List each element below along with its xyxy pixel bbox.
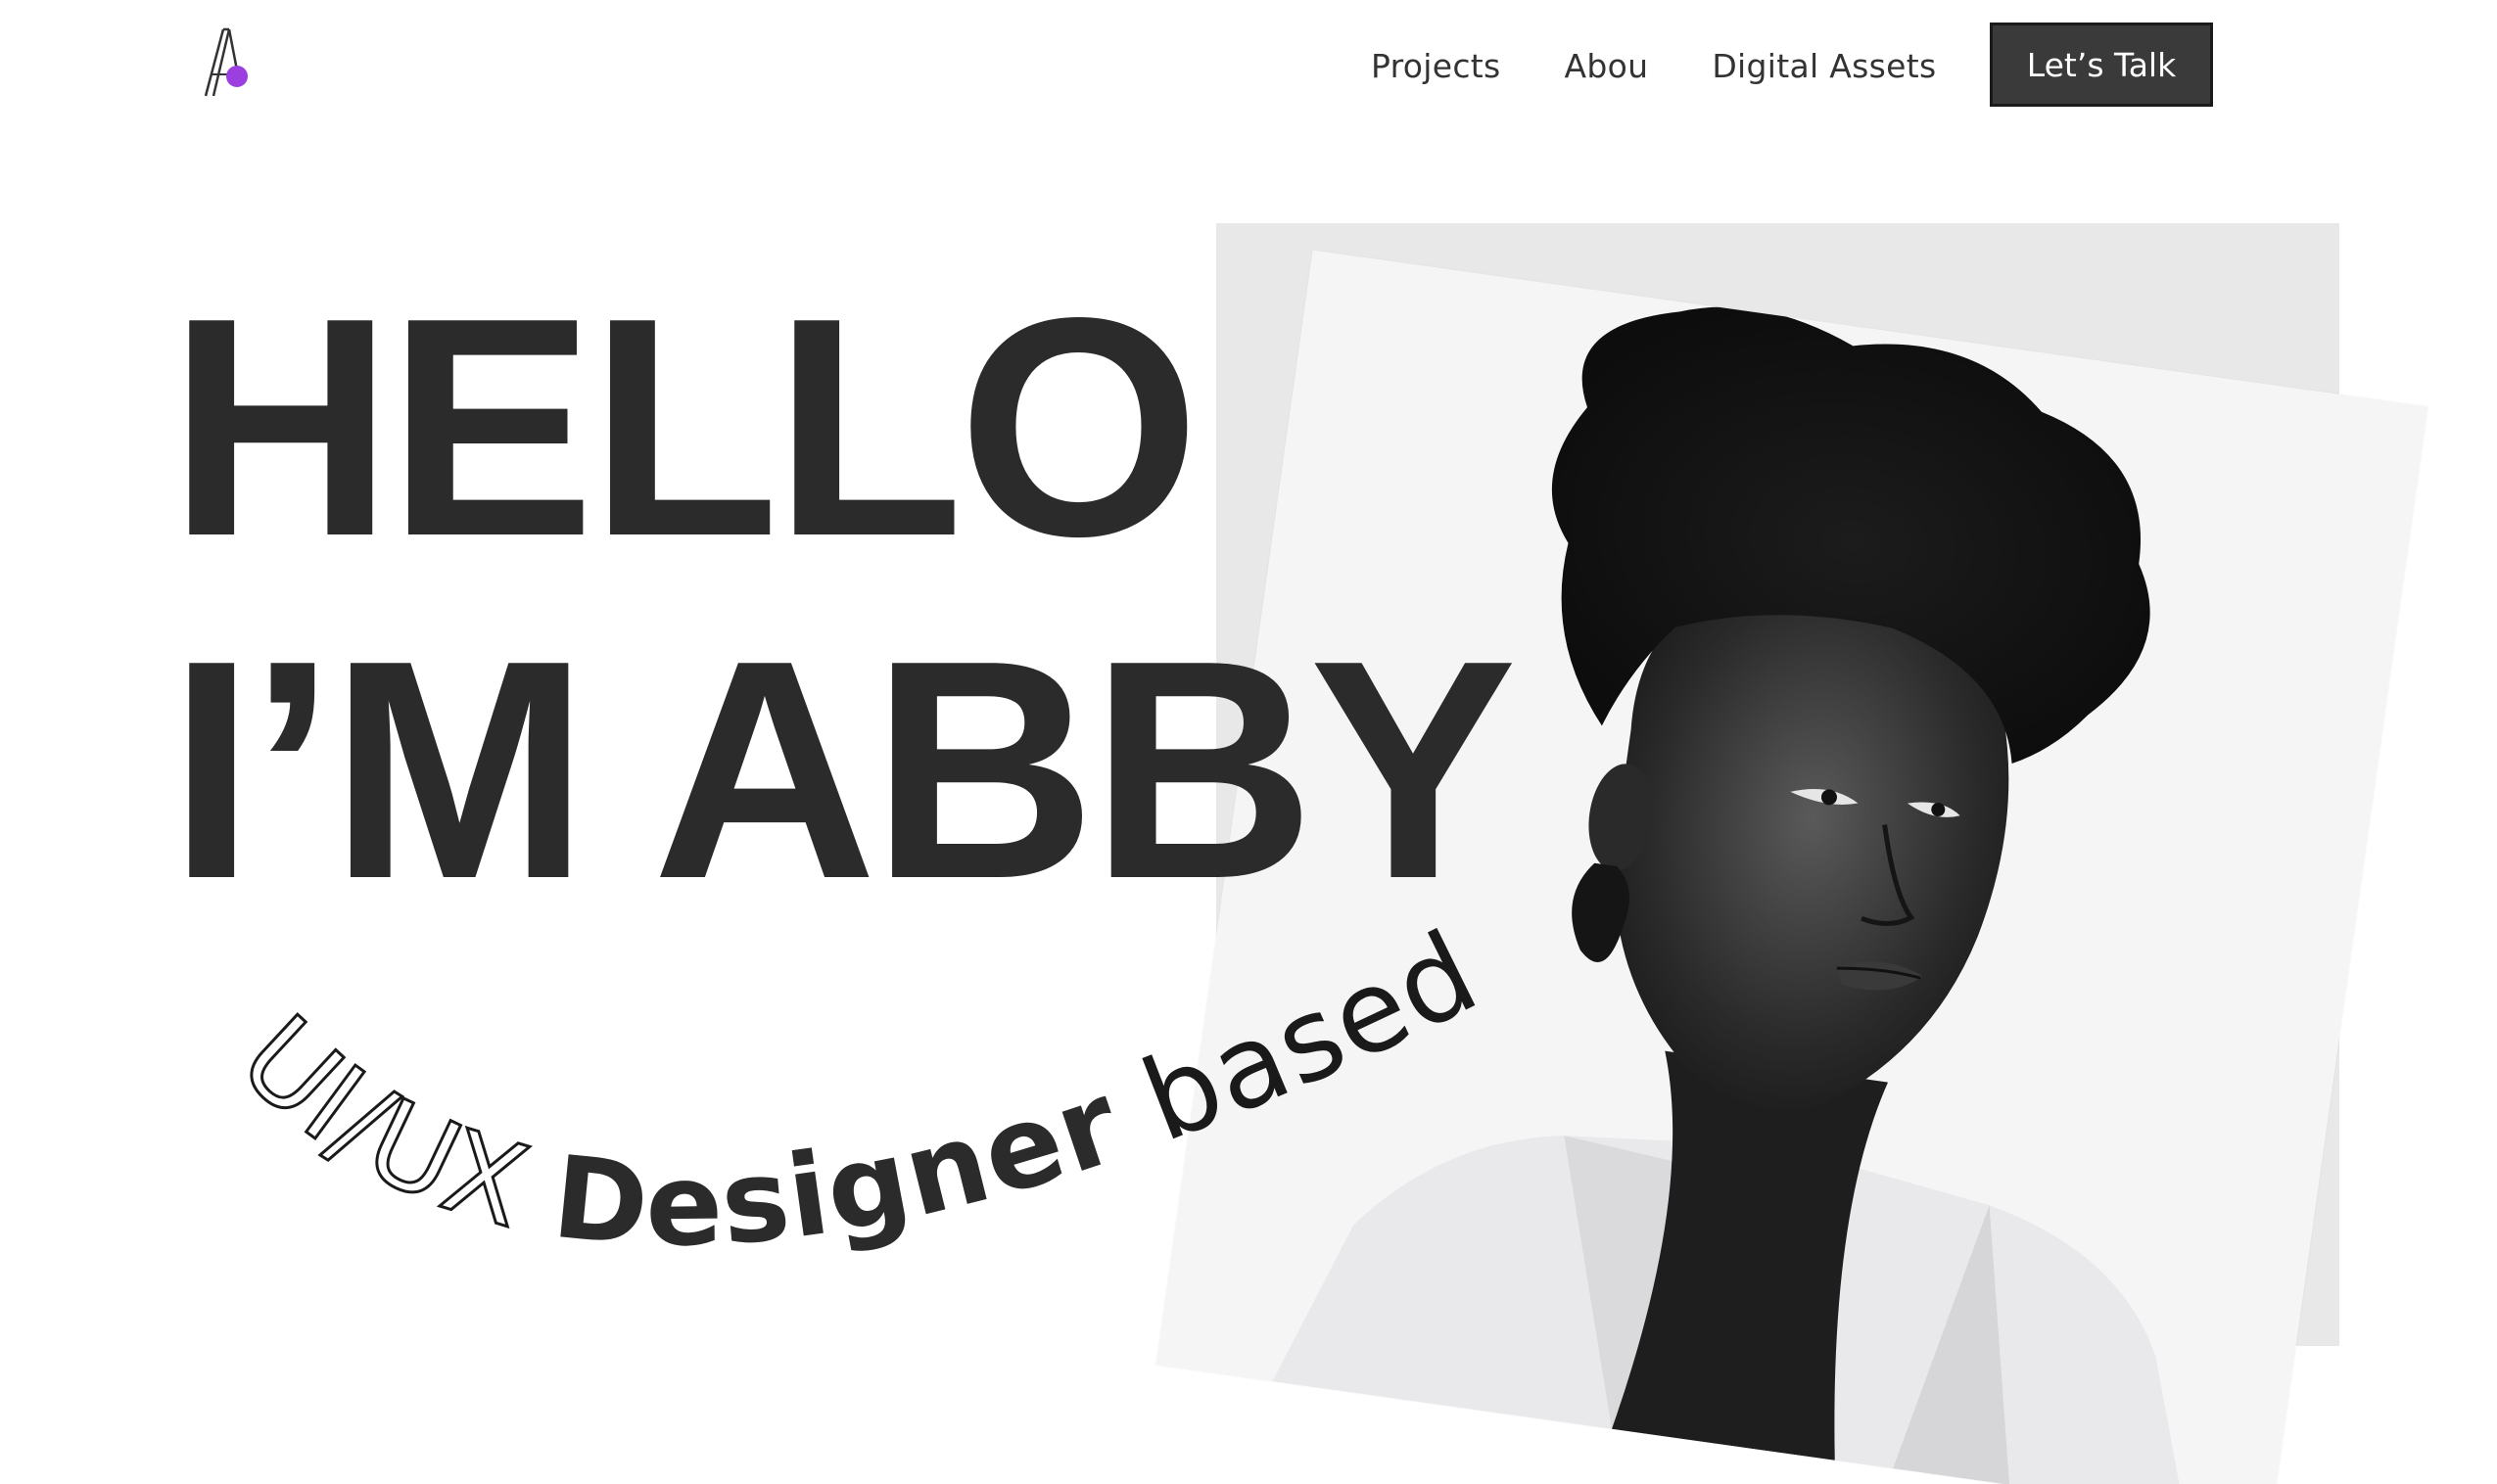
a-monogram-logo-icon xyxy=(204,27,248,97)
hero-headline: HELLO I’M ABBY xyxy=(168,254,1517,944)
tagline-outline: UI/UX xyxy=(215,992,543,1254)
lets-talk-button[interactable]: Let’s Talk xyxy=(1990,23,2213,107)
headline-line-2: I’M ABBY xyxy=(168,596,1517,944)
nav-link-about[interactable]: Abou xyxy=(1565,47,1649,85)
nav-link-digital-assets[interactable]: Digital Assets xyxy=(1712,47,1936,85)
tagline-bold: Designer xyxy=(547,1056,1137,1273)
logo[interactable] xyxy=(196,25,255,100)
nav-link-projects[interactable]: Projects xyxy=(1371,47,1501,85)
main-nav: Projects Abou Digital Assets xyxy=(1371,22,2000,110)
headline-line-1: HELLO xyxy=(168,254,1201,601)
logo-dot-icon xyxy=(226,66,248,87)
curved-tagline: UI/UX Designer based in UK xyxy=(134,796,1496,1273)
